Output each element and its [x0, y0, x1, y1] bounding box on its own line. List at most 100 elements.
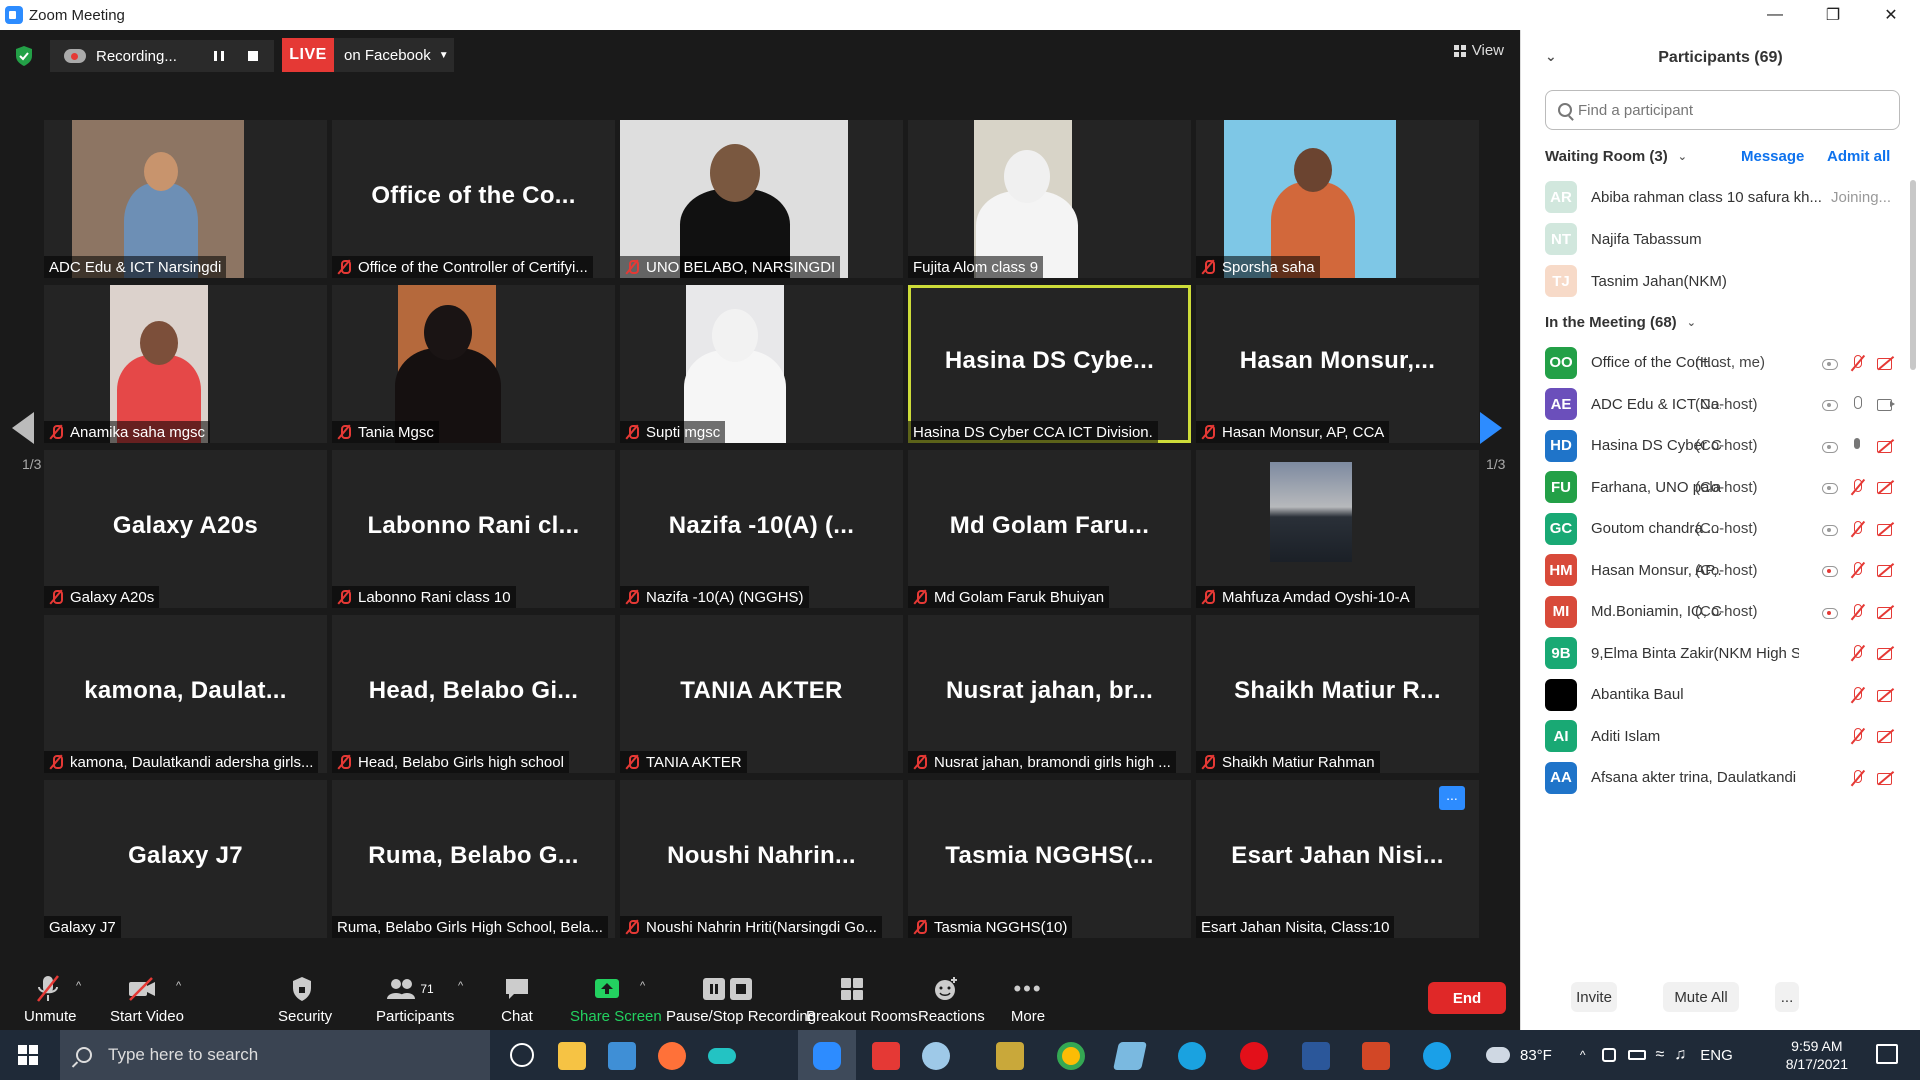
microphone-icon[interactable] — [1848, 437, 1868, 455]
taskbar-clock[interactable]: 9:59 AM 8/17/2021 — [1786, 1037, 1848, 1073]
participants-options-caret-icon[interactable]: ^ — [458, 980, 463, 992]
microphone-muted-icon[interactable] — [1848, 769, 1868, 787]
participant-video-tile[interactable]: Ruma, Belabo G... Ruma, Belabo Girls High… — [332, 780, 615, 938]
participant-row[interactable]: 9B 9,Elma Binta Zakir(NKM High Sch... — [1521, 633, 1920, 675]
video-camera-off-icon[interactable] — [1876, 437, 1896, 455]
participant-row[interactable]: AI Aditi Islam — [1521, 716, 1920, 758]
collapse-chevron-icon[interactable]: ⌄ — [1545, 48, 1557, 65]
chat-button[interactable]: Chat — [500, 974, 534, 1025]
panel-more-button[interactable]: ... — [1775, 982, 1799, 1012]
wifi-icon[interactable]: ≈ — [1656, 1046, 1665, 1064]
paint-icon[interactable] — [922, 1042, 950, 1070]
participant-video-tile[interactable]: Labonno Rani cl... Labonno Rani class 10 — [332, 450, 615, 608]
video-camera-off-icon[interactable] — [1876, 354, 1896, 372]
participant-row[interactable]: Abantika Baul — [1521, 674, 1920, 716]
participant-video-tile[interactable]: Tania Mgsc — [332, 285, 615, 443]
participant-video-tile[interactable]: Md Golam Faru... Md Golam Faruk Bhuiyan — [908, 450, 1191, 608]
microphone-muted-icon[interactable] — [1848, 354, 1868, 372]
breakout-rooms-button[interactable]: Breakout Rooms — [806, 974, 918, 1025]
waiting-room-row[interactable]: TJ Tasnim Jahan(NKM) — [1521, 260, 1920, 302]
microphone-muted-icon[interactable] — [1848, 478, 1868, 496]
battery-icon[interactable] — [1627, 1050, 1646, 1060]
participant-video-tile[interactable]: Nusrat jahan, br... Nusrat jahan, bramond… — [908, 615, 1191, 773]
notifications-icon[interactable] — [1876, 1044, 1898, 1064]
participant-video-tile[interactable]: Noushi Nahrin... Noushi Nahrin Hriti(Nars… — [620, 780, 903, 938]
task-view-icon[interactable] — [510, 1043, 534, 1067]
participant-video-tile[interactable]: UNO BELABO, NARSINGDI — [620, 120, 903, 278]
weather-icon[interactable] — [1486, 1047, 1510, 1063]
edge-icon[interactable] — [1178, 1042, 1206, 1070]
minimize-button[interactable]: — — [1746, 0, 1804, 30]
device-icon[interactable] — [1601, 1048, 1616, 1062]
in-meeting-header[interactable]: In the Meeting (68) ⌄ — [1521, 302, 1920, 342]
share-screen-button[interactable]: Share Screen — [570, 974, 662, 1025]
chrome-icon[interactable] — [1057, 1042, 1085, 1070]
participant-row[interactable]: OO Office of the Cont... (Host, me) — [1521, 342, 1920, 384]
message-waiting-room-link[interactable]: Message — [1741, 148, 1804, 165]
video-camera-off-icon[interactable] — [1876, 603, 1896, 621]
participant-video-tile[interactable]: Esart Jahan Nisi...... Esart Jahan Nisita… — [1196, 780, 1479, 938]
infinity-app-icon[interactable] — [708, 1048, 736, 1064]
pause-stop-recording-button[interactable]: Pause/Stop Recording — [666, 974, 816, 1025]
participant-row[interactable]: HM Hasan Monsur, AP,... (Co-host) — [1521, 550, 1920, 592]
participant-row[interactable]: MI Md.Boniamin, IO, C... (Co-host) — [1521, 591, 1920, 633]
participant-video-tile[interactable]: Anamika saha mgsc — [44, 285, 327, 443]
volume-icon[interactable]: ♫ — [1674, 1046, 1686, 1064]
microphone-icon[interactable] — [1848, 395, 1868, 413]
firefox-icon[interactable] — [658, 1042, 686, 1070]
participant-row[interactable]: AE ADC Edu & ICT Na... (Co-host) — [1521, 384, 1920, 426]
photos-app-icon[interactable] — [996, 1042, 1024, 1070]
video-camera-off-icon[interactable] — [1876, 561, 1896, 579]
microphone-muted-icon[interactable] — [1848, 603, 1868, 621]
participant-video-tile[interactable]: Galaxy J7 Galaxy J7 — [44, 780, 327, 938]
participant-video-tile[interactable]: ADC Edu & ICT Narsingdi — [44, 120, 327, 278]
participant-row[interactable]: GC Goutom chandra ... (Co-host) — [1521, 508, 1920, 550]
video-camera-off-icon[interactable] — [1876, 769, 1896, 787]
tile-more-options-button[interactable]: ... — [1439, 786, 1465, 810]
help-icon[interactable] — [1423, 1042, 1451, 1070]
microsoft-store-icon[interactable] — [608, 1042, 636, 1070]
video-camera-off-icon[interactable] — [1876, 478, 1896, 496]
opera-icon[interactable] — [1240, 1042, 1268, 1070]
microphone-muted-icon[interactable] — [1848, 727, 1868, 745]
mute-all-button[interactable]: Mute All — [1663, 982, 1739, 1012]
video-camera-off-icon[interactable] — [1876, 644, 1896, 662]
shield-icon[interactable] — [14, 45, 34, 67]
windows-start-icon[interactable] — [18, 1045, 38, 1065]
previous-page-arrow-icon[interactable] — [12, 412, 34, 444]
zoom-taskbar-icon[interactable] — [813, 1042, 841, 1070]
weather-temp[interactable]: 83°F — [1520, 1047, 1552, 1064]
participant-video-tile[interactable]: TANIA AKTER TANIA AKTER — [620, 615, 903, 773]
microphone-muted-icon[interactable] — [1848, 561, 1868, 579]
participants-scrollbar[interactable] — [1910, 180, 1916, 370]
participant-video-tile[interactable]: Nazifa -10(A) (... Nazifa -10(A) (NGGHS) — [620, 450, 903, 608]
video-camera-off-icon[interactable] — [1876, 727, 1896, 745]
taskbar-search-box[interactable]: Type here to search — [60, 1030, 490, 1080]
end-meeting-button[interactable]: End — [1428, 982, 1506, 1014]
participant-video-tile[interactable]: kamona, Daulat... kamona, Daulatkandi ade… — [44, 615, 327, 773]
participant-video-tile[interactable]: Hasan Monsur,... Hasan Monsur, AP, CCA — [1196, 285, 1479, 443]
participant-video-tile[interactable]: Office of the Co... Office of the Control… — [332, 120, 615, 278]
participant-row[interactable]: AA Afsana akter trina, Daulatkandi ad... — [1521, 757, 1920, 799]
microphone-muted-icon[interactable] — [1848, 686, 1868, 704]
powerpoint-icon[interactable] — [1362, 1042, 1390, 1070]
maximize-button[interactable]: ❐ — [1804, 0, 1862, 30]
participant-video-tile[interactable]: Supti mgsc — [620, 285, 903, 443]
anydesk-icon[interactable] — [872, 1042, 900, 1070]
participants-button[interactable]: 71 Participants — [376, 974, 454, 1025]
unmute-button[interactable]: Unmute — [24, 974, 77, 1025]
audio-options-caret-icon[interactable]: ^ — [76, 980, 81, 992]
waiting-room-header[interactable]: Waiting Room (3) ⌄ Message Admit all — [1521, 136, 1920, 176]
file-explorer-icon[interactable] — [558, 1042, 586, 1070]
pause-recording-icon[interactable] — [214, 51, 224, 61]
close-button[interactable]: ✕ — [1862, 0, 1920, 30]
live-destination-dropdown[interactable]: on Facebook ▼ — [334, 38, 454, 72]
participant-video-tile[interactable]: Head, Belabo Gi... Head, Belabo Girls hig… — [332, 615, 615, 773]
participant-video-tile[interactable]: Mahfuza Amdad Oyshi-10-A — [1196, 450, 1479, 608]
video-camera-off-icon[interactable] — [1876, 686, 1896, 704]
participant-video-tile[interactable]: Galaxy A20s Galaxy A20s — [44, 450, 327, 608]
view-button[interactable]: View — [1453, 42, 1504, 59]
start-video-button[interactable]: Start Video — [110, 974, 184, 1025]
tray-expand-caret-icon[interactable]: ^ — [1580, 1048, 1586, 1062]
invite-button[interactable]: Invite — [1571, 982, 1617, 1012]
